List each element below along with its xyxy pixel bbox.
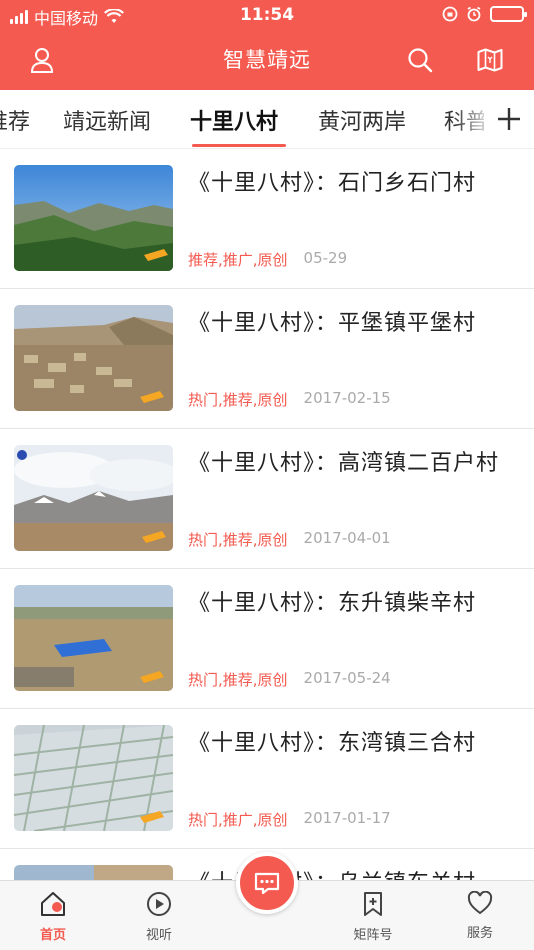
status-bar: 中国移动 11:54 xyxy=(0,0,534,30)
news-title: 《十里八村》：东湾镇三合村 xyxy=(188,731,477,756)
news-title: 《十里八村》：东升镇柴辛村 xyxy=(188,591,477,616)
alarm-icon xyxy=(467,6,481,22)
news-title: 《十里八村》：高湾镇二百户村 xyxy=(188,451,500,476)
center-message-button[interactable] xyxy=(236,852,298,914)
active-tab-indicator xyxy=(192,144,286,147)
page-title: 智慧靖远 xyxy=(223,48,311,72)
news-title: 《十里八村》：石门乡石门村 xyxy=(188,171,477,196)
news-tags: 推荐,推广,原创 xyxy=(188,251,288,269)
tab-recommend[interactable]: 推荐 xyxy=(0,104,30,136)
news-title: 《十里八村》：平堡镇平堡村 xyxy=(188,311,477,336)
news-date: 2017-04-01 xyxy=(303,529,391,547)
news-date: 2017-05-24 xyxy=(303,669,391,687)
play-icon xyxy=(147,892,171,916)
message-icon xyxy=(254,872,280,895)
bookmark-plus-icon xyxy=(364,892,382,916)
news-tags: 热门,推荐,原创 xyxy=(188,391,288,409)
news-tags: 热门,推荐,原创 xyxy=(188,531,288,549)
list-item[interactable]: 《十里八村》：平堡镇平堡村 热门,推荐,原创 2017-02-15 xyxy=(0,289,534,429)
heart-icon xyxy=(467,890,493,915)
nav-matrix[interactable]: 矩阵号 xyxy=(338,891,408,943)
list-item[interactable]: 《十里八村》：东湾镇三合村 热门,推广,原创 2017-01-17 xyxy=(0,709,534,849)
news-thumbnail xyxy=(14,445,173,551)
home-icon xyxy=(41,892,65,916)
news-thumbnail xyxy=(14,585,173,691)
news-tags: 热门,推荐,原创 xyxy=(188,671,288,689)
category-tabs: 推荐 靖远新闻 十里八村 黄河两岸 科普 xyxy=(0,90,534,148)
news-thumbnail xyxy=(14,865,173,880)
news-thumbnail xyxy=(14,165,173,271)
nav-services[interactable]: 服务 xyxy=(445,890,515,941)
list-item[interactable]: 《十里八村》：高湾镇二百户村 热门,推荐,原创 2017-04-01 xyxy=(0,429,534,569)
plus-icon xyxy=(498,108,520,130)
nav-media[interactable]: 视听 xyxy=(124,891,194,943)
list-item[interactable]: 《十里八村》：石门乡石门村 推荐,推广,原创 05-29 xyxy=(0,149,534,289)
news-thumbnail xyxy=(14,305,173,411)
news-date: 05-29 xyxy=(303,249,348,267)
battery-icon xyxy=(490,6,527,22)
add-tab-button[interactable] xyxy=(484,90,534,148)
news-list: 《十里八村》：石门乡石门村 推荐,推广,原创 05-29 《十里八村》：平堡镇平… xyxy=(0,148,534,880)
search-icon[interactable] xyxy=(402,42,438,78)
nav-home[interactable]: 首页 xyxy=(18,891,88,943)
news-date: 2017-02-15 xyxy=(303,389,391,407)
tab-yellow-river[interactable]: 黄河两岸 xyxy=(318,104,406,136)
news-thumbnail xyxy=(14,725,173,831)
map-icon[interactable] xyxy=(472,42,508,78)
tab-local-news[interactable]: 靖远新闻 xyxy=(63,104,151,136)
app-header: 智慧靖远 xyxy=(0,30,534,90)
news-tags: 热门,推广,原创 xyxy=(188,811,288,829)
news-date: 2017-01-17 xyxy=(303,809,391,827)
rotation-lock-icon xyxy=(442,6,458,22)
list-item[interactable]: 《十里八村》：东升镇柴辛村 热门,推荐,原创 2017-05-24 xyxy=(0,569,534,709)
tab-villages[interactable]: 十里八村 xyxy=(190,104,278,136)
